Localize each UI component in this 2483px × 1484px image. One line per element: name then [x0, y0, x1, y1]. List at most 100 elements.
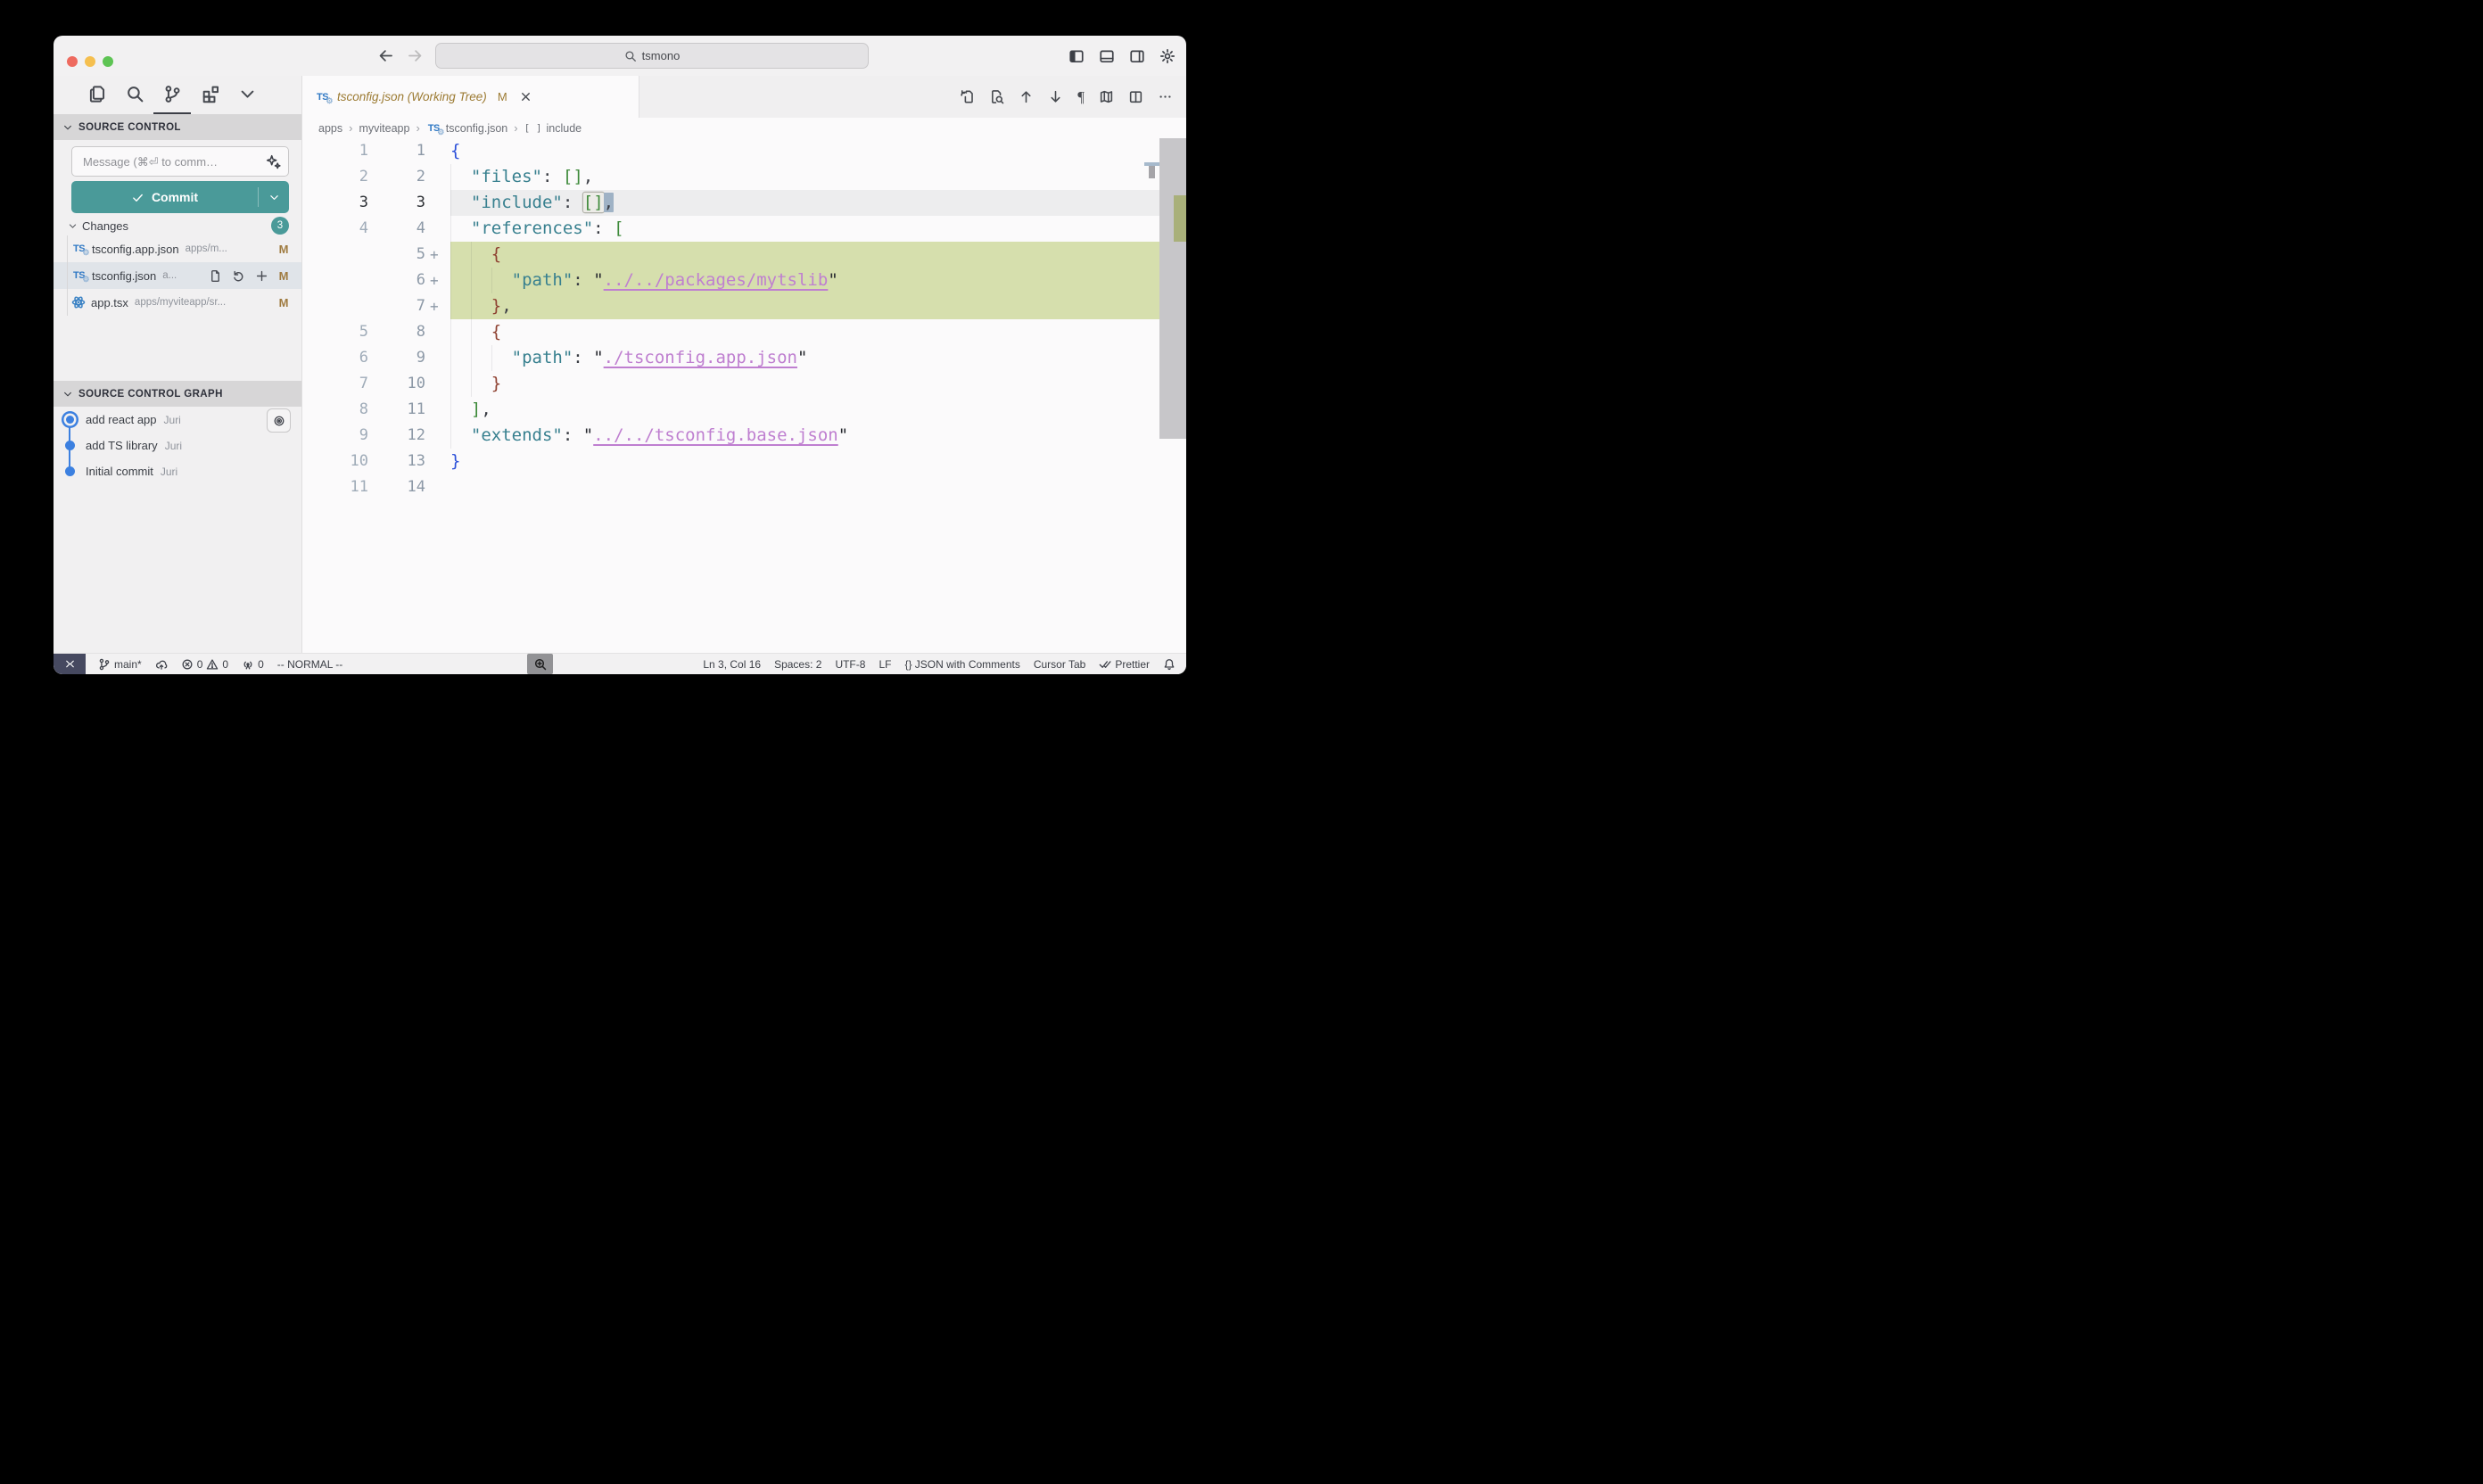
original-line-number: 8: [302, 397, 374, 423]
breadcrumb-separator-icon: ›: [416, 121, 419, 135]
changes-section-header[interactable]: Changes 3: [54, 216, 301, 235]
ts-icon: TS⚙: [426, 121, 441, 136]
activity-search[interactable]: [116, 76, 153, 114]
status-notifications[interactable]: [1163, 658, 1176, 671]
search-icon: [624, 50, 637, 62]
git-branch-icon: [98, 658, 111, 671]
back-arrow-icon[interactable]: [377, 47, 394, 64]
code-line[interactable]: 7 10 }: [302, 371, 1159, 397]
tab-tsconfig-working-tree[interactable]: TS⚙ tsconfig.json (Working Tree) M: [302, 76, 639, 118]
status-indentation[interactable]: Spaces: 2: [774, 658, 821, 671]
change-item-tsconfig.app.json[interactable]: TS⚙ tsconfig.app.json apps/m... M: [54, 235, 301, 262]
status-sync-indicator[interactable]: [155, 658, 168, 671]
status-encoding[interactable]: UTF-8: [835, 658, 865, 671]
added-line-plus: [425, 423, 450, 449]
commit-row[interactable]: add react app Juri: [54, 407, 301, 433]
change-item-app.tsx[interactable]: app.tsx apps/myviteapp/sr... M: [54, 289, 301, 316]
code-editor[interactable]: 1 1 { 2 2 "files": [], 3 3 "include": []…: [302, 138, 1186, 653]
code-line[interactable]: 9 12 "extends": "../../tsconfig.base.jso…: [302, 423, 1159, 449]
breadcrumb-item[interactable]: apps: [318, 122, 342, 135]
code-line[interactable]: 1 1 {: [302, 138, 1159, 164]
toggle-panel-icon[interactable]: [1099, 48, 1115, 64]
discard-icon[interactable]: [232, 269, 245, 283]
activity-explorer[interactable]: [78, 76, 116, 114]
close-tab-icon[interactable]: [519, 90, 532, 103]
checkout-target-button[interactable]: [267, 408, 291, 433]
code-line[interactable]: 10 13 }: [302, 449, 1159, 474]
status-cursor-position[interactable]: Ln 3, Col 16: [703, 658, 761, 671]
toggle-secondary-sidebar-icon[interactable]: [1129, 48, 1145, 64]
previous-change-arrow-up-icon[interactable]: [1019, 89, 1034, 104]
modified-line-number: 12: [374, 423, 425, 449]
code-line[interactable]: 5 8 {: [302, 319, 1159, 345]
breadcrumb-item[interactable]: myviteapp: [359, 122, 409, 135]
activity-source-control[interactable]: [153, 76, 191, 114]
code-line[interactable]: 6 9 "path": "./tsconfig.app.json": [302, 345, 1159, 371]
commit-button[interactable]: Commit: [71, 181, 289, 213]
code-line[interactable]: 3 3 "include": [],: [302, 190, 1159, 216]
ts-file-icon: TS⚙: [315, 90, 330, 104]
source-control-header[interactable]: SOURCE CONTROL: [54, 114, 301, 140]
command-center-search[interactable]: tsmono: [435, 43, 869, 69]
toggle-primary-sidebar-icon[interactable]: [1068, 48, 1085, 64]
open-changes-icon[interactable]: [960, 89, 975, 104]
code-line[interactable]: 11 14: [302, 474, 1159, 500]
settings-gear-icon[interactable]: [1159, 48, 1176, 64]
code-line[interactable]: 4 4 "references": [: [302, 216, 1159, 242]
more-actions-icon[interactable]: [1158, 89, 1173, 104]
activity-more[interactable]: [228, 76, 266, 114]
commit-message-input[interactable]: [81, 154, 266, 169]
breadcrumb-item[interactable]: TS⚙tsconfig.json: [426, 121, 507, 136]
source-control-graph-header[interactable]: SOURCE CONTROL GRAPH: [54, 381, 301, 407]
code-line[interactable]: 5 + {: [302, 242, 1159, 268]
source-control-icon: [163, 85, 182, 103]
code-line[interactable]: 8 11 ],: [302, 397, 1159, 423]
code-line[interactable]: 7 + },: [302, 293, 1159, 319]
commit-row[interactable]: add TS library Juri: [54, 433, 301, 458]
status-formatter[interactable]: Prettier: [1099, 658, 1150, 671]
search-icon: [126, 85, 144, 103]
code-line[interactable]: 6 + "path": "../../packages/mytslib": [302, 268, 1159, 293]
tree-indent-guide: [67, 235, 68, 316]
modified-line-number: 14: [374, 474, 425, 500]
commit-row[interactable]: Initial commit Juri: [54, 458, 301, 484]
status-branch-indicator[interactable]: main*: [98, 658, 142, 671]
symbol-array-icon: [ ]: [524, 122, 542, 134]
status-broadcast-indicator[interactable]: 0: [242, 658, 264, 671]
map-icon[interactable]: [1099, 89, 1114, 104]
close-window-button[interactable]: [67, 56, 78, 67]
sparkle-ai-icon[interactable]: [266, 154, 281, 169]
tab-modified-badge: M: [498, 90, 507, 103]
zoom-window-button[interactable]: [103, 56, 113, 67]
plus-icon[interactable]: [255, 269, 268, 283]
status-problems-indicator[interactable]: 00: [181, 658, 228, 671]
vertical-scrollbar[interactable]: [1159, 138, 1186, 439]
source-control-graph-title: SOURCE CONTROL GRAPH: [78, 389, 223, 400]
status-language-mode[interactable]: {} JSON with Comments: [904, 658, 1019, 671]
original-line-number: 10: [302, 449, 374, 474]
split-editor-icon[interactable]: [1128, 89, 1143, 104]
original-line-number: 2: [302, 164, 374, 190]
file-search-icon[interactable]: [989, 89, 1004, 104]
status-eol[interactable]: LF: [879, 658, 891, 671]
activity-extensions[interactable]: [191, 76, 228, 114]
commit-dropdown[interactable]: [259, 181, 289, 213]
forward-arrow-icon[interactable]: [407, 47, 424, 64]
added-line-plus: [425, 164, 450, 190]
pilcrow-whitespace-icon[interactable]: ¶: [1077, 88, 1085, 106]
go-to-file-icon[interactable]: [209, 269, 222, 283]
added-line-plus: [425, 345, 450, 371]
code-line[interactable]: 2 2 "files": [],: [302, 164, 1159, 190]
original-line-number: 5: [302, 319, 374, 345]
added-line-plus: [425, 138, 450, 164]
change-item-tsconfig.json[interactable]: TS⚙ tsconfig.json a... M: [54, 262, 301, 289]
breadcrumb-item[interactable]: [ ]include: [524, 122, 582, 135]
added-line-plus: [425, 216, 450, 242]
modified-line-number: 2: [374, 164, 425, 190]
status-cursor-tab[interactable]: Cursor Tab: [1034, 658, 1085, 671]
next-change-arrow-down-icon[interactable]: [1048, 89, 1063, 104]
commit-dot-icon: [66, 416, 74, 424]
minimize-window-button[interactable]: [85, 56, 95, 67]
remote-indicator[interactable]: [54, 654, 86, 674]
status-vim-mode[interactable]: -- NORMAL --: [277, 658, 343, 671]
